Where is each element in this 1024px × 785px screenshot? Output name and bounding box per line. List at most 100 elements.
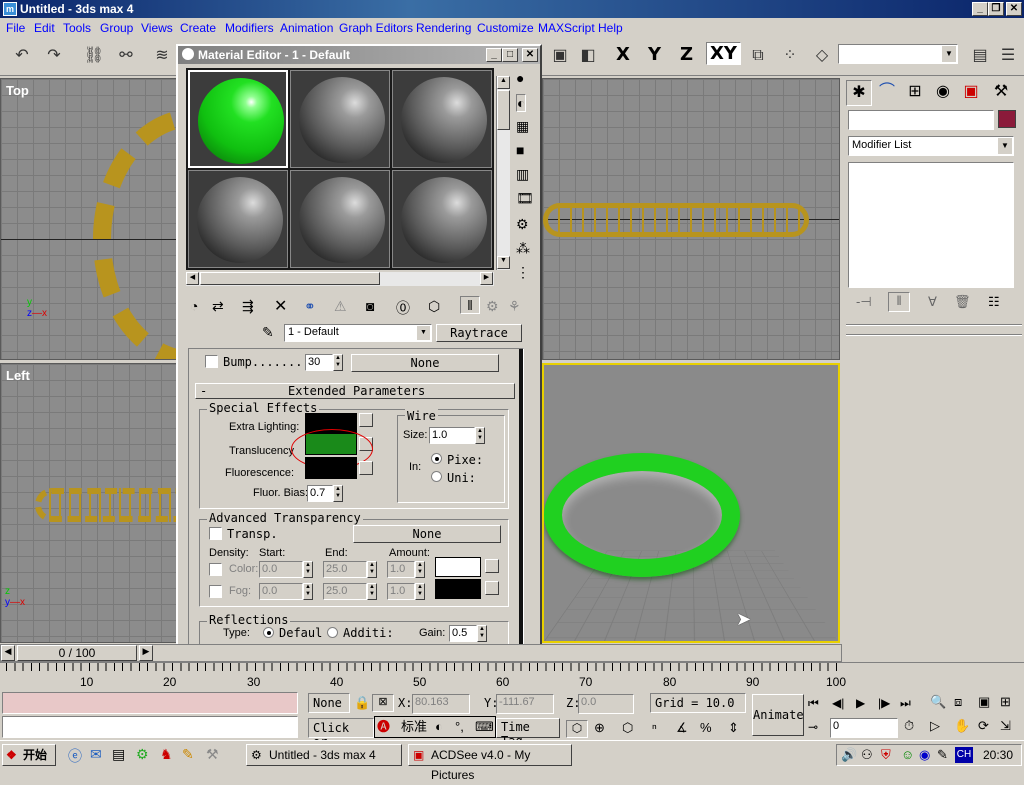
- make-unique-icon[interactable]: ⚭: [304, 298, 316, 315]
- render-scene-icon[interactable]: ▣: [546, 42, 574, 70]
- sample-slot-2[interactable]: [290, 70, 390, 168]
- outlook-icon[interactable]: ✉: [90, 746, 102, 763]
- align-icon[interactable]: ◇: [808, 42, 836, 70]
- viewport-perspective[interactable]: ➤: [542, 363, 840, 643]
- named-selection-dropdown[interactable]: ▼: [838, 44, 958, 64]
- viewport-top[interactable]: Top y z—x: [0, 78, 178, 360]
- viewport-left[interactable]: Left z y—x: [0, 363, 178, 643]
- volume-icon[interactable]: 🔊: [841, 747, 857, 763]
- go-to-start-icon[interactable]: ⏮: [808, 696, 819, 711]
- percent-snap-icon[interactable]: %: [700, 720, 712, 735]
- wire-units-radio[interactable]: [431, 471, 442, 482]
- select-by-material-icon[interactable]: ⁂: [516, 240, 530, 257]
- tray-app-icon[interactable]: ✎: [937, 747, 948, 763]
- color-start-field[interactable]: 0.0: [259, 561, 303, 578]
- density-color-map-button[interactable]: [485, 559, 499, 573]
- fog-amount-spinner[interactable]: ▲ ▼: [415, 583, 425, 600]
- sample-slot-1[interactable]: [188, 70, 288, 168]
- sample-type-icon[interactable]: ●: [516, 70, 524, 86]
- menu-graph-editors[interactable]: Graph Editors: [339, 21, 413, 35]
- crossing-selection-icon[interactable]: ⬡: [622, 720, 633, 736]
- zoom-extents-all-icon[interactable]: ⊞: [1000, 694, 1011, 710]
- sample-uv-tiling-icon[interactable]: ■: [516, 142, 524, 158]
- track-view-icon[interactable]: ☰: [994, 42, 1022, 70]
- gain-spinner[interactable]: ▲ ▼: [477, 625, 487, 642]
- time-next-icon[interactable]: ▶: [139, 645, 153, 661]
- go-to-end-icon[interactable]: ⏭: [900, 696, 911, 711]
- scroll-thumb[interactable]: [497, 90, 510, 130]
- show-desktop-icon[interactable]: ▤: [112, 746, 125, 763]
- time-prev-icon[interactable]: ◀: [1, 645, 15, 661]
- sample-slot-4[interactable]: [188, 170, 288, 268]
- quicklaunch-app-icon[interactable]: ♞: [160, 746, 173, 763]
- spinner-snap-icon[interactable]: ⇕: [728, 720, 739, 736]
- material-type-icon[interactable]: ⚘: [508, 298, 521, 315]
- language-indicator[interactable]: CH: [955, 747, 973, 763]
- link-icon[interactable]: ⛓: [80, 42, 108, 70]
- transp-checkbox[interactable]: [209, 527, 222, 540]
- put-to-library-icon[interactable]: ⚠: [334, 298, 347, 315]
- layers-icon[interactable]: ▤: [966, 42, 994, 70]
- key-mode-icon[interactable]: ⊸: [808, 720, 818, 734]
- time-config-icon[interactable]: ⏱: [904, 718, 914, 734]
- track-bar[interactable]: 10 20 30 40 50 60 70 80 90 100: [0, 662, 1024, 690]
- modifier-list-dropdown[interactable]: Modifier List ▼: [848, 136, 1014, 156]
- selection-lock-icon[interactable]: ⬡: [566, 720, 588, 738]
- slots-vertical-scrollbar[interactable]: ▲ ▼: [496, 76, 510, 270]
- network-icon[interactable]: ⚇: [861, 747, 873, 763]
- bump-checkbox[interactable]: [205, 355, 218, 368]
- ime-toolbar[interactable]: 🅐 标准 ◐ °, ⌨: [374, 716, 496, 738]
- viewport-label-top[interactable]: Top: [6, 83, 29, 98]
- put-to-scene-icon[interactable]: ⇄: [212, 298, 224, 315]
- menu-views[interactable]: Views: [141, 21, 173, 35]
- time-slider-thumb[interactable]: 0 / 100: [17, 645, 137, 661]
- fluor-bias-field[interactable]: 0.7: [307, 485, 333, 502]
- scroll-down-icon[interactable]: ▼: [497, 256, 510, 269]
- wire-size-spinner[interactable]: ▲ ▼: [475, 427, 485, 444]
- tab-motion[interactable]: ◉: [930, 80, 956, 106]
- quicklaunch-app-icon[interactable]: ✎: [182, 746, 194, 763]
- color-start-spinner[interactable]: ▲ ▼: [303, 561, 313, 578]
- fluorescence-color-swatch[interactable]: [305, 457, 357, 479]
- pan-icon[interactable]: ✋: [954, 718, 970, 734]
- animate-button[interactable]: Animate: [752, 694, 804, 736]
- menu-help[interactable]: Help: [598, 21, 623, 35]
- mirror-icon[interactable]: ⧉: [744, 42, 772, 70]
- material-name-dropdown[interactable]: 1 - Default ▼: [284, 324, 432, 342]
- modifier-stack[interactable]: [848, 162, 1014, 288]
- fog-start-spinner[interactable]: ▲ ▼: [303, 583, 313, 600]
- wire-pixels-radio[interactable]: [431, 453, 442, 464]
- lock-selection-icon[interactable]: 🔒: [354, 695, 370, 711]
- close-button[interactable]: ✕: [1006, 2, 1022, 16]
- color-amount-field[interactable]: 1.0: [387, 561, 415, 578]
- zoom-all-icon[interactable]: ⧈: [954, 694, 962, 710]
- ie-icon[interactable]: ⓔ: [68, 746, 82, 766]
- maxscript-input-mini[interactable]: [2, 716, 298, 738]
- minimize-button[interactable]: _: [972, 2, 988, 16]
- fog-start-field[interactable]: 0.0: [259, 583, 303, 600]
- shield-icon[interactable]: ⛨: [881, 747, 891, 763]
- close-button[interactable]: ✕: [522, 48, 538, 62]
- object-name-field[interactable]: [848, 110, 994, 130]
- fog-end-spinner[interactable]: ▲ ▼: [367, 583, 377, 600]
- tab-utilities[interactable]: ⚒: [988, 80, 1014, 106]
- options-icon[interactable]: ⚙: [516, 216, 529, 233]
- axis-x-button[interactable]: X: [616, 44, 630, 65]
- scroll-right-icon[interactable]: ▶: [480, 272, 493, 285]
- redo-icon[interactable]: ↷: [40, 42, 68, 70]
- reflections-additive-radio[interactable]: [327, 627, 338, 638]
- play-icon[interactable]: ▶: [856, 696, 865, 710]
- fog-amount-field[interactable]: 1.0: [387, 583, 415, 600]
- fog-end-field[interactable]: 25.0: [323, 583, 367, 600]
- pin-stack-icon[interactable]: -⊣: [856, 294, 872, 310]
- scroll-up-icon[interactable]: ▲: [497, 76, 510, 89]
- go-to-parent-icon[interactable]: ‖: [460, 296, 480, 314]
- menu-group[interactable]: Group: [100, 21, 133, 35]
- unlink-icon[interactable]: ⚯: [112, 42, 140, 70]
- bump-amount-field[interactable]: 30: [305, 354, 333, 371]
- x-coord-field[interactable]: 80.163: [412, 694, 470, 714]
- extra-lighting-map-button[interactable]: [359, 413, 373, 427]
- menu-file[interactable]: File: [6, 21, 25, 35]
- bump-amount-spinner[interactable]: ▲ ▼: [333, 354, 343, 371]
- maximize-button[interactable]: □: [502, 48, 518, 62]
